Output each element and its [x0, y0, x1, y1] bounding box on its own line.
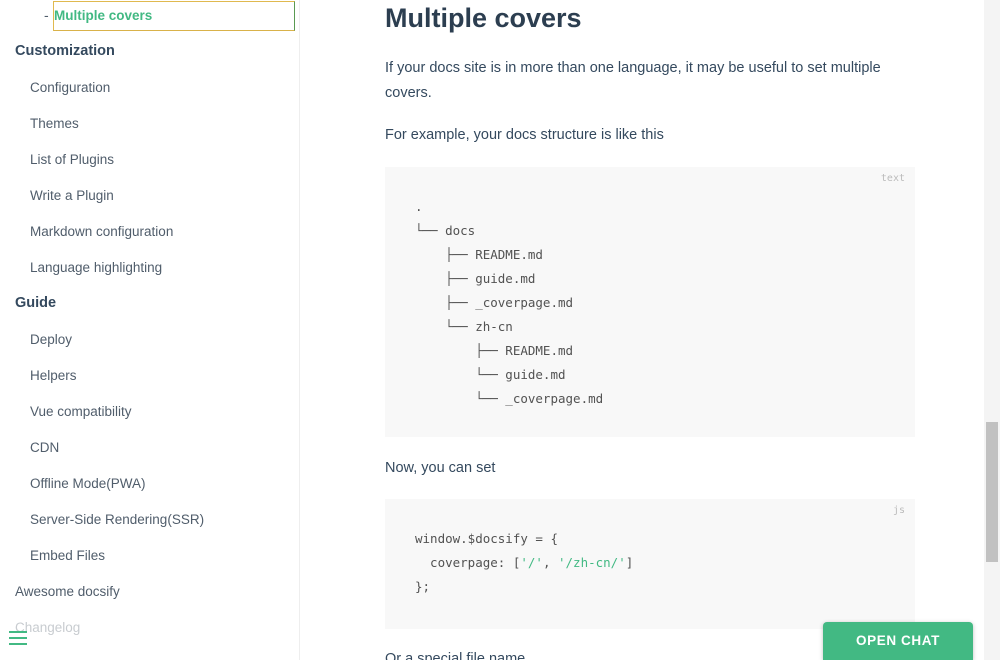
- code-line: window.$docsify = {: [415, 531, 558, 546]
- sidebar-item-offline-mode[interactable]: Offline Mode(PWA): [30, 476, 146, 491]
- code-block-text: text . └── docs ├── README.md ├── guide.…: [385, 167, 915, 437]
- section-heading: Multiple covers: [385, 3, 582, 33]
- sidebar-item-language-highlighting[interactable]: Language highlighting: [30, 260, 162, 275]
- sidebar-item-write-a-plugin[interactable]: Write a Plugin: [30, 188, 114, 203]
- paragraph: If your docs site is in more than one la…: [385, 60, 881, 101]
- sidebar-item-embed-files[interactable]: Embed Files: [30, 548, 105, 563]
- sidebar-item-ssr[interactable]: Server-Side Rendering(SSR): [30, 512, 204, 527]
- paragraph: For example, your docs structure is like…: [385, 127, 664, 143]
- sidebar-item-vue-compatibility[interactable]: Vue compatibility: [30, 404, 132, 419]
- sidebar-item-multiple-covers[interactable]: - Multiple covers: [44, 1, 295, 31]
- code-line: └── docs: [415, 223, 476, 238]
- sidebar-item-helpers[interactable]: Helpers: [30, 368, 77, 383]
- code-line: };: [415, 579, 431, 594]
- sidebar-item-list-of-plugins[interactable]: List of Plugins: [30, 152, 114, 167]
- sidebar-item-themes[interactable]: Themes: [30, 116, 79, 131]
- code-line: coverpage: ['/', '/zh-cn/']: [415, 555, 634, 570]
- sidebar-bullet: -: [44, 7, 49, 23]
- sidebar-item-deploy[interactable]: Deploy: [30, 332, 72, 347]
- sidebar: - Multiple covers Customization Configur…: [0, 0, 300, 660]
- open-chat-button[interactable]: OPEN CHAT: [823, 622, 973, 660]
- code-language-label: js: [892, 505, 905, 516]
- code-line: .: [415, 199, 423, 214]
- main-content: Multiple covers If your docs site is in …: [300, 0, 984, 660]
- code-block-js: js window.$docsify = { coverpage: ['/', …: [385, 499, 915, 629]
- sidebar-item-markdown-configuration[interactable]: Markdown configuration: [30, 224, 173, 239]
- sidebar-item-awesome-docsify[interactable]: Awesome docsify: [15, 584, 120, 599]
- sidebar-item-configuration[interactable]: Configuration: [30, 80, 110, 95]
- code-line: └── zh-cn: [415, 319, 513, 334]
- code-line: ├── guide.md: [415, 271, 536, 286]
- sidebar-section-guide[interactable]: Guide: [15, 295, 56, 311]
- sidebar-toggle-icon[interactable]: [9, 631, 27, 647]
- code-language-label: text: [880, 173, 905, 184]
- sidebar-item-label: Multiple covers: [54, 8, 153, 23]
- code-line: └── guide.md: [415, 367, 566, 382]
- code-line: └── _coverpage.md: [415, 391, 604, 406]
- scrollbar-thumb[interactable]: [986, 422, 998, 562]
- code-line: ├── README.md: [415, 247, 543, 262]
- paragraph: Now, you can set: [385, 460, 496, 476]
- code-line: ├── _coverpage.md: [415, 295, 574, 310]
- page-scrollbar[interactable]: [984, 0, 1000, 660]
- sidebar-section-customization[interactable]: Customization: [15, 43, 115, 59]
- code-line: ├── README.md: [415, 343, 574, 358]
- sidebar-item-cdn[interactable]: CDN: [30, 440, 59, 455]
